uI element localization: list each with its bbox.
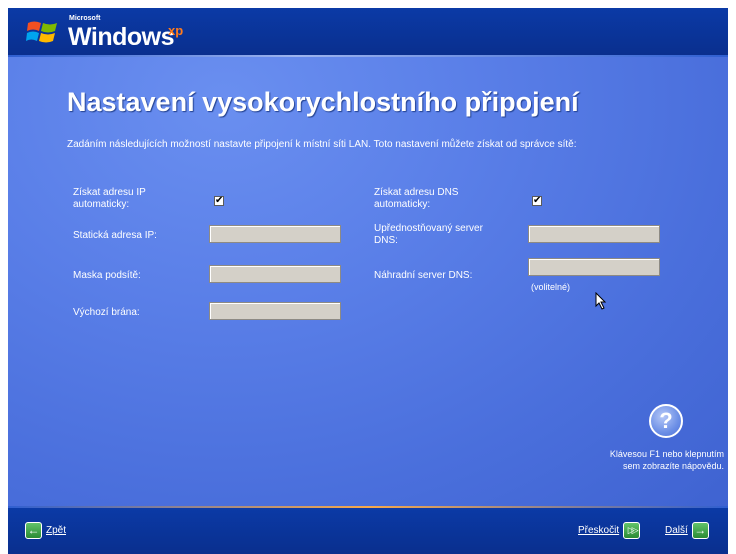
- preferred-dns-label-line2: DNS:: [374, 235, 398, 246]
- gateway-field[interactable]: [209, 302, 341, 320]
- help-icon[interactable]: ?: [649, 404, 683, 438]
- dns-auto-label-line1: Získat adresu DNS: [374, 187, 459, 198]
- oobe-screen: Microsoft Windows xp Nastavení vysokoryc…: [8, 8, 728, 554]
- page-title: Nastavení vysokorychlostního připojení: [67, 87, 579, 117]
- ip-auto-label: Získat adresu IP automaticky:: [73, 187, 146, 211]
- gateway-label: Výchozí brána:: [73, 307, 140, 318]
- optional-note: (volitelné): [531, 282, 571, 292]
- windows-logo: Microsoft Windows xp: [26, 12, 216, 52]
- back-arrow-icon: ←: [25, 522, 42, 539]
- preferred-dns-field[interactable]: [528, 225, 660, 243]
- static-ip-label: Statická adresa IP:: [73, 230, 157, 241]
- intro-text: Zadáním následujících možností nastavte …: [67, 139, 577, 150]
- preferred-dns-label: Upřednostňovaný server DNS:: [374, 223, 483, 247]
- next-label: Další: [665, 525, 688, 536]
- next-arrow-icon: →: [691, 522, 709, 539]
- skip-label: Přeskočit: [578, 525, 620, 536]
- ip-auto-label-line2: automaticky:: [73, 199, 130, 210]
- dns-auto-checkbox[interactable]: ✔: [532, 196, 542, 206]
- dns-auto-label: Získat adresu DNS automaticky:: [374, 187, 458, 211]
- skip-arrow-icon: ▷▷: [623, 522, 641, 539]
- back-label: Zpět: [46, 525, 67, 536]
- subnet-field[interactable]: [209, 265, 341, 283]
- top-bar: Microsoft Windows xp: [8, 8, 728, 55]
- windows-wordmark: Windows: [68, 23, 175, 51]
- windows-flag-icon: [26, 21, 57, 43]
- microsoft-wordmark: Microsoft: [69, 15, 101, 22]
- subnet-label: Maska podsítě:: [73, 270, 141, 281]
- help-text-line2: sem zobrazíte nápovědu.: [622, 461, 724, 471]
- ip-auto-label-line1: Získat adresu IP: [73, 187, 146, 198]
- main-panel: Nastavení vysokorychlostního připojení Z…: [8, 57, 728, 506]
- back-button[interactable]: ← Zpět: [25, 522, 66, 539]
- bottom-bar: ← Zpět Přeskočit ▷▷ Další →: [8, 508, 728, 554]
- alternate-dns-field[interactable]: [528, 258, 660, 276]
- preferred-dns-label-line1: Upřednostňovaný server: [374, 223, 483, 234]
- help-text[interactable]: Klávesou F1 nebo klepnutím sem zobrazíte…: [540, 448, 724, 472]
- ip-auto-checkbox[interactable]: ✔: [214, 196, 224, 206]
- static-ip-field[interactable]: [209, 225, 341, 243]
- help-text-line1: Klávesou F1 nebo klepnutím: [609, 449, 724, 459]
- next-button[interactable]: Další →: [665, 522, 709, 539]
- xp-wordmark: xp: [168, 23, 184, 38]
- mouse-cursor-icon: [595, 292, 607, 310]
- dns-auto-label-line2: automaticky:: [374, 199, 431, 210]
- alternate-dns-label: Náhradní server DNS:: [374, 270, 473, 281]
- skip-button[interactable]: Přeskočit ▷▷: [578, 522, 641, 539]
